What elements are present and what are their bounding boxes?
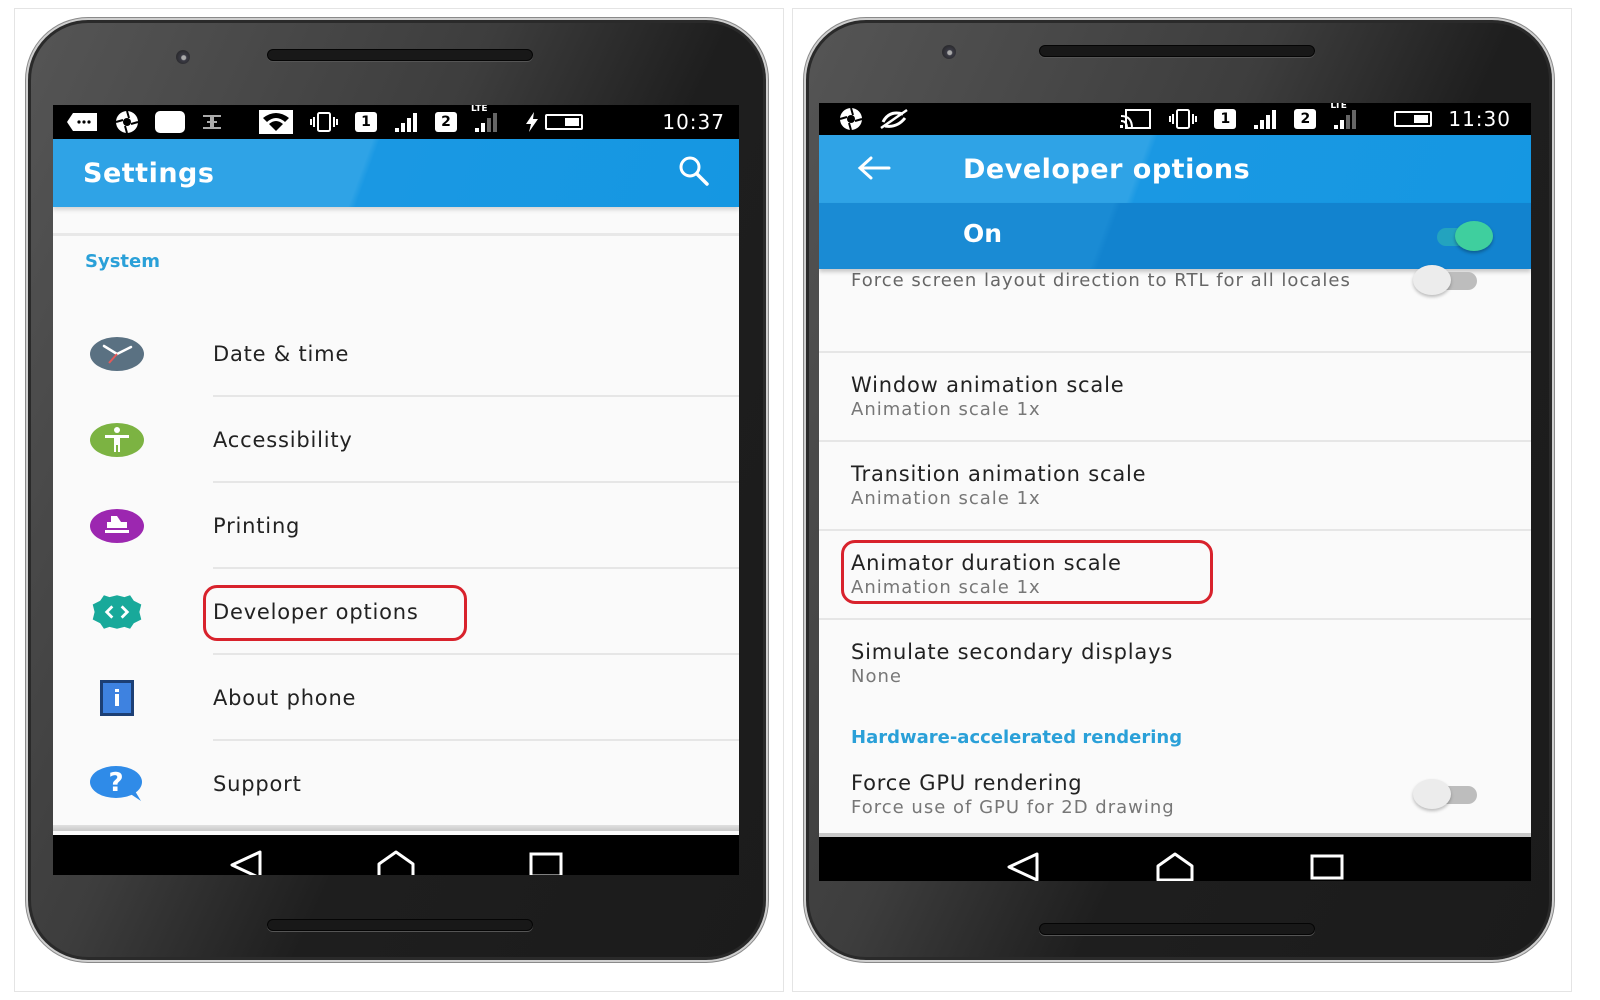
clock-icon bbox=[89, 334, 145, 374]
toggle-thumb bbox=[1455, 221, 1493, 251]
no-sync-icon bbox=[879, 108, 909, 130]
battery-icon bbox=[545, 114, 583, 130]
master-switch-bar[interactable]: On bbox=[819, 203, 1531, 269]
item-label: Accessibility bbox=[213, 428, 353, 452]
item-label: Support bbox=[213, 772, 302, 796]
bottom-shadow bbox=[53, 825, 739, 831]
pref-window-animation-scale[interactable]: Window animation scale Animation scale 1… bbox=[819, 353, 1531, 441]
settings-item-date-time[interactable]: Date & time bbox=[53, 311, 739, 397]
top-speaker bbox=[267, 49, 533, 61]
pref-title: Transition animation scale bbox=[851, 462, 1147, 486]
status-time: 10:37 bbox=[662, 110, 725, 134]
settings-item-accessibility[interactable]: Accessibility bbox=[53, 397, 739, 483]
home-icon[interactable] bbox=[376, 850, 416, 875]
settings-item-support[interactable]: ? Support bbox=[53, 741, 739, 827]
app-bar: Settings bbox=[53, 139, 739, 207]
toggle-thumb bbox=[1413, 779, 1451, 809]
master-switch-label: On bbox=[963, 219, 1003, 248]
item-label: About phone bbox=[213, 686, 357, 710]
more-icon bbox=[67, 112, 99, 132]
back-icon[interactable] bbox=[229, 850, 263, 875]
developer-options-highlight bbox=[203, 585, 467, 641]
settings-item-about-phone[interactable]: About phone bbox=[53, 655, 739, 741]
back-icon[interactable] bbox=[1006, 852, 1040, 881]
item-label: Date & time bbox=[213, 342, 350, 366]
navigation-bar bbox=[53, 835, 739, 875]
pref-simulate-secondary-displays[interactable]: Simulate secondary displays None bbox=[819, 620, 1531, 708]
left-screen: 1 2 LTE 10:37 Settings System Date & tim… bbox=[53, 105, 739, 875]
pref-title: Window animation scale bbox=[851, 373, 1125, 397]
pref-title: Force screen layout direction to RTL for… bbox=[851, 270, 1351, 291]
printer-icon bbox=[89, 506, 145, 546]
page-title: Developer options bbox=[963, 153, 1251, 185]
pref-summary: None bbox=[851, 666, 902, 687]
section-header-system: System bbox=[85, 251, 160, 272]
lte-label: LTE bbox=[1330, 103, 1347, 111]
lte-signal-icon: LTE bbox=[471, 105, 499, 132]
pref-force-gpu-rendering[interactable]: Force GPU rendering Force use of GPU for… bbox=[819, 753, 1531, 833]
front-camera bbox=[942, 45, 956, 59]
recents-icon[interactable] bbox=[1310, 854, 1344, 880]
pref-transition-animation-scale[interactable]: Transition animation scale Animation sca… bbox=[819, 442, 1531, 530]
settings-item-printing[interactable]: Printing bbox=[53, 483, 739, 569]
developer-options-icon bbox=[89, 592, 145, 632]
accessibility-icon bbox=[89, 420, 145, 460]
front-camera bbox=[176, 50, 190, 64]
help-icon: ? bbox=[89, 764, 145, 804]
blank-notification-icon bbox=[155, 111, 185, 133]
lte-signal-icon: LTE bbox=[1330, 103, 1358, 129]
pref-summary: Animation scale 1x bbox=[851, 488, 1041, 509]
signal-icon bbox=[393, 112, 419, 132]
top-speaker bbox=[1039, 45, 1315, 57]
aperture-icon bbox=[839, 107, 863, 131]
status-bar: 1 2 LTE 10:37 bbox=[53, 105, 739, 139]
lte-label: LTE bbox=[471, 105, 488, 114]
rtl-toggle[interactable] bbox=[1413, 265, 1477, 295]
section-divider bbox=[53, 233, 739, 236]
left-phone: 1 2 LTE 10:37 Settings System Date & tim… bbox=[28, 20, 766, 960]
animator-duration-highlight bbox=[841, 540, 1213, 604]
aperture-icon bbox=[115, 110, 139, 134]
wifi-icon bbox=[259, 110, 293, 134]
svg-text:?: ? bbox=[108, 768, 123, 798]
right-phone: 1 2 LTE 11:30 Developer options On Force bbox=[806, 20, 1552, 960]
usb-debug-icon bbox=[201, 114, 223, 130]
right-screen: 1 2 LTE 11:30 Developer options On Force bbox=[819, 103, 1531, 881]
pref-rtl-layout[interactable]: Force screen layout direction to RTL for… bbox=[819, 265, 1531, 353]
item-label: Printing bbox=[213, 514, 301, 538]
sim-1-icon: 1 bbox=[1214, 109, 1237, 129]
cast-icon bbox=[1120, 108, 1152, 130]
sim-2-icon: 2 bbox=[1294, 109, 1317, 129]
master-switch-toggle[interactable] bbox=[1429, 221, 1493, 251]
app-bar: Developer options bbox=[819, 135, 1531, 203]
bottom-speaker bbox=[267, 919, 533, 931]
signal-icon bbox=[1252, 109, 1278, 129]
status-time: 11:30 bbox=[1448, 107, 1511, 131]
gpu-rendering-toggle[interactable] bbox=[1413, 779, 1477, 809]
search-icon[interactable] bbox=[677, 154, 711, 192]
vibrate-icon bbox=[1168, 109, 1198, 129]
sim-2-icon: 2 bbox=[435, 112, 457, 132]
info-icon bbox=[89, 678, 145, 718]
recents-icon[interactable] bbox=[529, 852, 563, 875]
charging-icon bbox=[525, 112, 539, 132]
section-header-hardware-rendering: Hardware-accelerated rendering bbox=[851, 727, 1183, 748]
pref-title: Simulate secondary displays bbox=[851, 640, 1174, 664]
pref-title: Force GPU rendering bbox=[851, 771, 1083, 795]
page-title: Settings bbox=[83, 157, 215, 189]
sim-1-icon: 1 bbox=[355, 112, 377, 132]
bottom-speaker bbox=[1039, 923, 1315, 935]
home-icon[interactable] bbox=[1155, 852, 1195, 881]
pref-summary: Animation scale 1x bbox=[851, 399, 1041, 420]
pref-summary: Force use of GPU for 2D drawing bbox=[851, 797, 1175, 818]
back-arrow-icon[interactable] bbox=[857, 155, 891, 185]
battery-icon bbox=[1394, 111, 1433, 127]
navigation-bar bbox=[819, 837, 1531, 881]
toggle-thumb bbox=[1413, 265, 1451, 295]
status-bar: 1 2 LTE 11:30 bbox=[819, 103, 1531, 135]
vibrate-icon bbox=[309, 112, 339, 132]
